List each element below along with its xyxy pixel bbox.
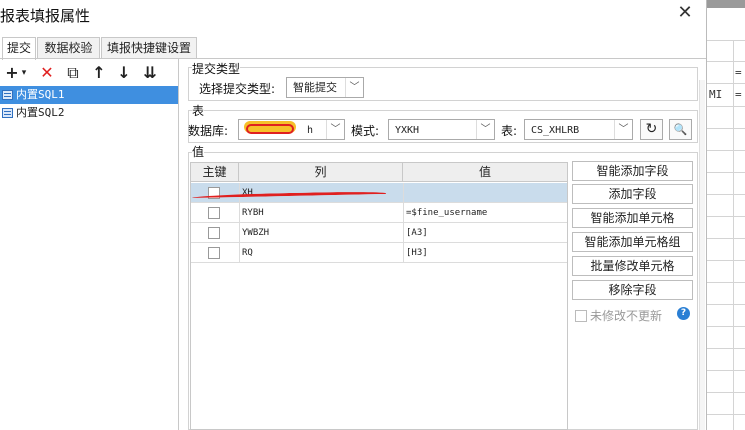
primary-key-checkbox[interactable] — [208, 247, 220, 259]
checkbox-label: 未修改不更新 — [590, 309, 663, 323]
smart-add-cell-group-button[interactable]: 智能添加单元格组 — [572, 232, 693, 252]
add-icon[interactable]: + — [4, 62, 20, 84]
tree-item-label: 内置SQL1 — [16, 88, 65, 101]
table-icon — [2, 90, 13, 100]
table-label: 表: — [501, 124, 518, 138]
submit-type-select[interactable]: 智能提交 ﹀ — [286, 77, 364, 98]
grid-header: 主键 列 值 — [191, 163, 567, 182]
values-legend: 值 — [192, 143, 205, 160]
sheet-gridline — [707, 40, 745, 41]
sheet-gridline — [707, 216, 745, 217]
sheet-gridline — [707, 304, 745, 305]
sheet-gridline — [707, 61, 745, 62]
add-dropdown-icon[interactable]: ▾ — [19, 62, 29, 84]
add-field-button[interactable]: 添加字段 — [572, 184, 693, 204]
sheet-gridline — [707, 348, 745, 349]
column-cell[interactable]: RQ — [239, 243, 403, 263]
vertical-scrollbar[interactable] — [699, 80, 705, 430]
smart-add-cell-button[interactable]: 智能添加单元格 — [572, 208, 693, 228]
sheet-cell[interactable]: = — [735, 88, 742, 101]
table-row[interactable]: RYBH =$fine_username — [191, 203, 567, 223]
sheet-gridline — [733, 40, 734, 430]
chevron-down-icon: ﹀ — [345, 78, 363, 97]
tree-item-sql2[interactable]: 内置SQL2 — [0, 104, 178, 122]
tree-item-sql1[interactable]: 内置SQL1 — [0, 86, 178, 104]
tab-data-validation[interactable]: 数据校验 — [37, 37, 100, 59]
sheet-gridline — [707, 238, 745, 239]
table-select[interactable]: CS_XHLRB ﹀ — [524, 119, 633, 140]
column-cell[interactable]: YWBZH — [239, 223, 403, 243]
redaction-mark — [244, 121, 296, 136]
sheet-gridline — [707, 128, 745, 129]
checkbox-box[interactable] — [575, 310, 587, 322]
column-header-column[interactable]: 列 — [239, 163, 403, 182]
tab-submit[interactable]: 提交 — [2, 37, 36, 60]
table-legend: 表 — [192, 102, 205, 119]
column-header-value[interactable]: 值 — [403, 163, 567, 182]
database-label: 数据库: — [188, 124, 229, 138]
sheet-gridline — [707, 106, 745, 107]
column-cell[interactable]: RYBH — [239, 203, 403, 223]
schema-value: YXKH — [395, 125, 420, 136]
batch-modify-cell-button[interactable]: 批量修改单元格 — [572, 256, 693, 276]
table-row[interactable]: YWBZH [A3] — [191, 223, 567, 243]
report-fill-properties-dialog: 报表填报属性 ✕ 提交 数据校验 填报快捷键设置 + ▾ ✕ ⧉ ↑ ↓ ⇊ 内… — [0, 0, 706, 430]
table-icon — [2, 108, 13, 118]
chevron-down-icon: ﹀ — [614, 120, 632, 139]
sheet-gridline — [707, 194, 745, 195]
redaction-outline — [246, 124, 294, 134]
sheet-gridline — [707, 326, 745, 327]
value-cell[interactable] — [403, 183, 567, 203]
sheet-gridline — [707, 282, 745, 283]
dialog-title: 报表填报属性 — [0, 7, 91, 25]
move-down-icon[interactable]: ↓ — [113, 62, 135, 84]
values-grid: 主键 列 值 XH RYBH =$fine_username YWBZH [A3… — [190, 162, 568, 430]
pane-splitter[interactable] — [178, 59, 179, 430]
help-icon[interactable]: ? — [677, 307, 690, 320]
sheet-gridline — [707, 392, 745, 393]
sheet-gridline — [707, 370, 745, 371]
sheet-gridline — [707, 150, 745, 151]
sheet-cell[interactable]: = — [735, 66, 742, 79]
close-icon[interactable]: ✕ — [676, 4, 694, 22]
tab-divider — [0, 58, 706, 59]
sheet-top-bar — [707, 0, 745, 8]
move-bottom-icon[interactable]: ⇊ — [139, 62, 161, 84]
value-cell[interactable]: =$fine_username — [403, 203, 567, 223]
submit-type-label: 选择提交类型: — [199, 82, 276, 96]
table-row[interactable]: RQ [H3] — [191, 243, 567, 263]
primary-key-checkbox[interactable] — [208, 207, 220, 219]
value-cell[interactable]: [H3] — [403, 243, 567, 263]
sql-tree: 内置SQL1 内置SQL2 — [0, 86, 178, 122]
chevron-down-icon: ﹀ — [476, 120, 494, 139]
sheet-gridline — [707, 414, 745, 415]
refresh-icon[interactable]: ↻ — [640, 119, 663, 140]
smart-add-field-button[interactable]: 智能添加字段 — [572, 161, 693, 181]
sheet-gridline — [707, 172, 745, 173]
sheet-cell[interactable]: MI — [709, 88, 722, 101]
tab-shortcut-settings[interactable]: 填报快捷键设置 — [101, 37, 197, 59]
submit-type-value: 智能提交 — [293, 81, 337, 94]
sheet-gridline — [707, 83, 745, 84]
chevron-down-icon: ﹀ — [326, 120, 344, 139]
delete-icon[interactable]: ✕ — [36, 62, 58, 84]
column-header-key[interactable]: 主键 — [191, 163, 239, 182]
tree-item-label: 内置SQL2 — [16, 106, 65, 119]
move-up-icon[interactable]: ↑ — [88, 62, 110, 84]
table-search-icon[interactable]: 🔍 — [669, 119, 692, 140]
table-value: CS_XHLRB — [531, 125, 580, 136]
primary-key-checkbox[interactable] — [208, 227, 220, 239]
schema-select[interactable]: YXKH ﹀ — [388, 119, 495, 140]
value-cell[interactable]: [A3] — [403, 223, 567, 243]
remove-field-button[interactable]: 移除字段 — [572, 280, 693, 300]
sheet-gridline — [707, 260, 745, 261]
copy-icon[interactable]: ⧉ — [62, 62, 84, 84]
schema-label: 模式: — [351, 124, 380, 138]
background-spreadsheet: = MI = — [706, 0, 745, 430]
no-update-unmodified-checkbox[interactable]: 未修改不更新 — [575, 307, 663, 323]
submit-type-legend: 提交类型 — [192, 60, 241, 77]
